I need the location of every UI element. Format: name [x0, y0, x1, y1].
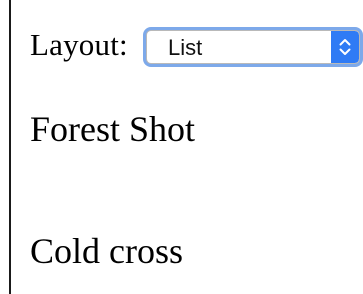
- list-item-cold-cross[interactable]: Cold cross: [30, 230, 183, 272]
- layout-label: Layout:: [30, 27, 128, 62]
- layout-select[interactable]: List: [143, 27, 363, 67]
- layout-select-box[interactable]: List: [146, 30, 360, 64]
- list-item-forest-shot[interactable]: Forest Shot: [30, 108, 195, 150]
- left-border: [9, 0, 11, 294]
- chevron-updown-icon[interactable]: [331, 31, 359, 63]
- layout-select-value: List: [168, 35, 203, 60]
